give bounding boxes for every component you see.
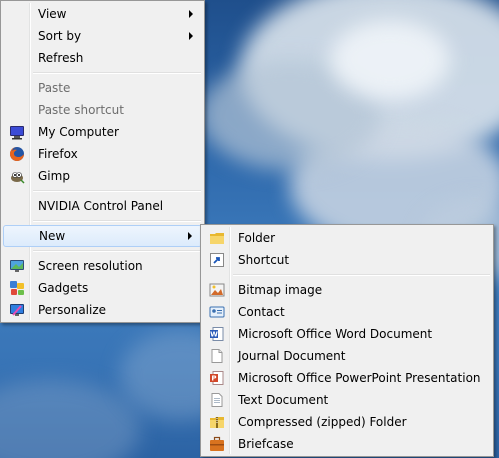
- menu-item-refresh[interactable]: Refresh: [3, 47, 202, 69]
- svg-text:P: P: [211, 375, 216, 383]
- menu-item-label: New: [39, 229, 66, 243]
- powerpoint-icon: P: [210, 371, 224, 385]
- contact-icon: [209, 306, 225, 318]
- menu-item-gadgets[interactable]: Gadgets: [3, 277, 202, 299]
- menu-item-label: NVIDIA Control Panel: [38, 199, 164, 213]
- new-submenu: Folder Shortcut Bitmap image Contact W M…: [200, 224, 494, 457]
- personalize-icon: [10, 304, 24, 316]
- menu-item-screen-resolution[interactable]: Screen resolution: [3, 255, 202, 277]
- zip-folder-icon: [210, 417, 224, 428]
- menu-item-paste-shortcut: Paste shortcut: [3, 99, 202, 121]
- desktop-context-menu: View Sort by Refresh Paste Paste shortcu…: [0, 0, 205, 323]
- menu-item-label: Microsoft Office PowerPoint Presentation: [238, 371, 481, 385]
- gimp-icon: [11, 172, 25, 184]
- submenu-item-powerpoint-presentation[interactable]: P Microsoft Office PowerPoint Presentati…: [203, 367, 491, 389]
- screen-resolution-icon: [10, 260, 24, 272]
- cloud: [330, 20, 450, 100]
- menu-item-label: Refresh: [38, 51, 84, 65]
- folder-icon: [210, 233, 224, 244]
- submenu-arrow-icon: [188, 232, 192, 240]
- menu-item-label: Text Document: [238, 393, 329, 407]
- journal-document-icon: [211, 349, 223, 363]
- menu-item-nvidia-control-panel[interactable]: NVIDIA Control Panel: [3, 195, 202, 217]
- shortcut-icon: [210, 253, 224, 267]
- menu-item-new[interactable]: New: [3, 225, 202, 247]
- menu-separator: [33, 220, 201, 222]
- menu-item-label: Personalize: [38, 303, 107, 317]
- submenu-item-word-document[interactable]: W Microsoft Office Word Document: [203, 323, 491, 345]
- menu-item-label: Firefox: [38, 147, 78, 161]
- menu-item-label: View: [38, 7, 67, 21]
- firefox-icon: [10, 147, 24, 161]
- menu-item-my-computer[interactable]: My Computer: [3, 121, 202, 143]
- menu-item-label: Briefcase: [238, 437, 294, 451]
- menu-item-label: Compressed (zipped) Folder: [238, 415, 407, 429]
- submenu-item-briefcase[interactable]: Briefcase: [203, 433, 491, 455]
- submenu-arrow-icon: [189, 32, 193, 40]
- gadgets-icon: [10, 281, 24, 295]
- menu-item-label: Microsoft Office Word Document: [238, 327, 433, 341]
- bitmap-icon: [209, 283, 225, 297]
- submenu-item-journal-document[interactable]: Journal Document: [203, 345, 491, 367]
- submenu-item-folder[interactable]: Folder: [203, 227, 491, 249]
- my-computer-icon: [10, 126, 24, 140]
- menu-item-view[interactable]: View: [3, 3, 202, 25]
- menu-item-label: My Computer: [38, 125, 119, 139]
- menu-item-label: Paste: [38, 81, 71, 95]
- menu-item-sort-by[interactable]: Sort by: [3, 25, 202, 47]
- menu-item-label: Folder: [238, 231, 276, 245]
- menu-item-paste: Paste: [3, 77, 202, 99]
- menu-item-firefox[interactable]: Firefox: [3, 143, 202, 165]
- word-document-icon: W: [210, 327, 224, 341]
- cloud: [0, 380, 140, 458]
- menu-item-label: Screen resolution: [38, 259, 143, 273]
- menu-item-label: Gimp: [38, 169, 70, 183]
- menu-item-label: Journal Document: [238, 349, 346, 363]
- submenu-item-bitmap-image[interactable]: Bitmap image: [203, 279, 491, 301]
- menu-item-label: Bitmap image: [238, 283, 323, 297]
- submenu-arrow-icon: [189, 10, 193, 18]
- submenu-item-shortcut[interactable]: Shortcut: [203, 249, 491, 271]
- menu-item-gimp[interactable]: Gimp: [3, 165, 202, 187]
- menu-separator: [233, 274, 490, 276]
- menu-item-label: Shortcut: [238, 253, 290, 267]
- menu-item-label: Contact: [238, 305, 285, 319]
- submenu-item-contact[interactable]: Contact: [203, 301, 491, 323]
- briefcase-icon: [210, 436, 224, 451]
- submenu-item-text-document[interactable]: Text Document: [203, 389, 491, 411]
- menu-item-label: Paste shortcut: [38, 103, 124, 117]
- menu-item-label: Gadgets: [38, 281, 89, 295]
- menu-item-personalize[interactable]: Personalize: [3, 299, 202, 321]
- submenu-item-compressed-folder[interactable]: Compressed (zipped) Folder: [203, 411, 491, 433]
- menu-item-label: Sort by: [38, 29, 82, 43]
- text-document-icon: [211, 393, 223, 407]
- menu-separator: [33, 190, 201, 192]
- menu-separator: [33, 72, 201, 74]
- svg-text:W: W: [210, 331, 218, 339]
- menu-separator: [33, 250, 201, 252]
